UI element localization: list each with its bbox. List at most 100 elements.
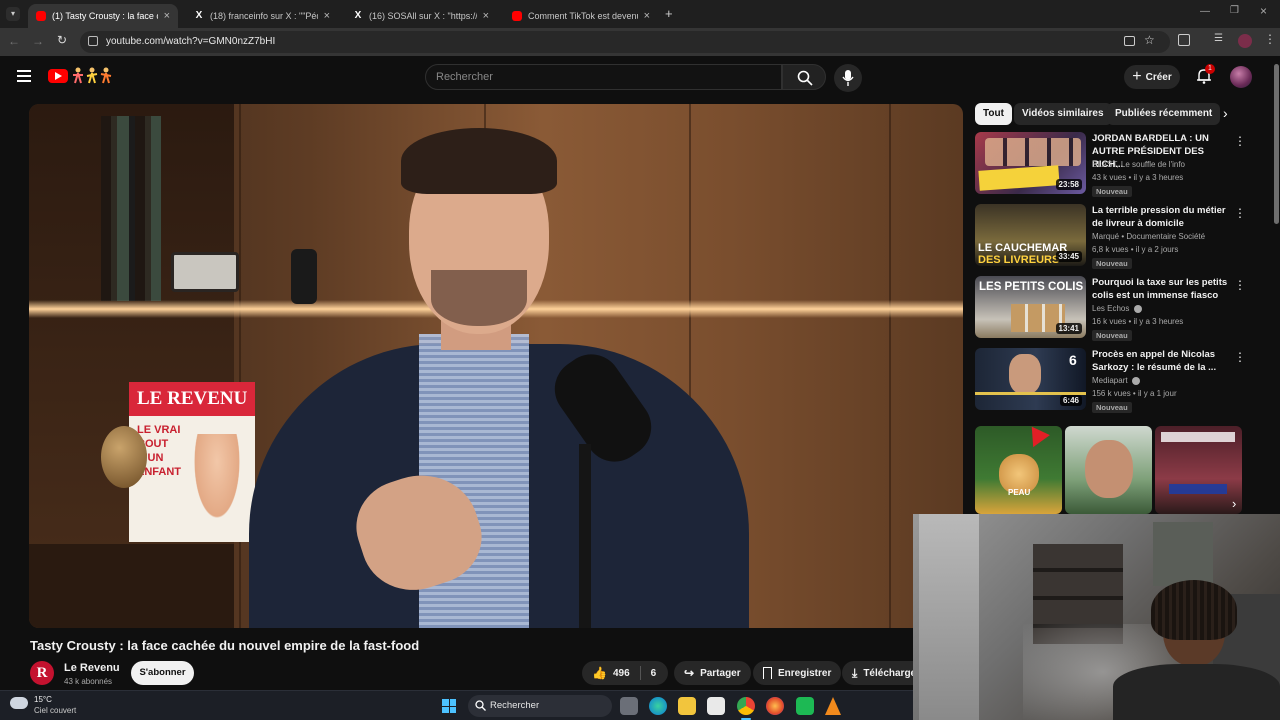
chrome-icon[interactable]: [737, 697, 755, 715]
recommended-video[interactable]: LE CAUCHEMAR DES LIVREURS 33:45 La terri…: [975, 204, 1255, 270]
search-icon: [475, 700, 486, 711]
tab-close-icon[interactable]: ×: [324, 10, 330, 22]
close-window-icon[interactable]: ×: [1260, 4, 1267, 18]
mic-stand: [579, 444, 591, 628]
globe-prop: [101, 426, 147, 488]
firefox-icon[interactable]: [766, 697, 784, 715]
share-button[interactable]: ↪ Partager: [674, 661, 751, 685]
tab-list-dropdown-icon[interactable]: ▾: [6, 7, 20, 21]
duration-badge: 23:58: [1055, 179, 1082, 190]
download-icon: ⤓: [852, 665, 858, 680]
site-info-icon[interactable]: [88, 36, 98, 46]
address-bar[interactable]: youtube.com/watch?v=GMN0nzZ7bHI ☆: [80, 31, 1170, 53]
tab-title: (18) franceinfo sur X : ""Pédale: [210, 11, 318, 21]
profile-avatar[interactable]: [1238, 34, 1252, 48]
thumbs-up-icon[interactable]: 👍: [592, 666, 607, 680]
new-badge: Nouveau: [1092, 186, 1132, 197]
media-icon[interactable]: ☰: [1214, 33, 1223, 44]
recommended-channel[interactable]: Marqué • Documentaire Société: [1092, 232, 1205, 241]
recommended-meta: 6,8 k vues • il y a 2 jours: [1092, 245, 1179, 254]
account-avatar[interactable]: [1230, 66, 1252, 88]
recommended-channel[interactable]: BLAST, Le souffle de l'info: [1092, 160, 1185, 169]
red-arrow-icon: [1024, 426, 1050, 452]
chevron-right-icon[interactable]: ›: [1223, 105, 1228, 121]
browser-menu-icon[interactable]: ⋮: [1264, 32, 1276, 46]
more-options-icon[interactable]: ⋮: [1234, 278, 1246, 292]
scrollbar-thumb[interactable]: [1274, 64, 1279, 224]
tab-title: Comment TikTok est devenu un: [528, 11, 638, 21]
channel-avatar[interactable]: R: [30, 661, 54, 685]
maximize-icon[interactable]: ❐: [1230, 5, 1239, 16]
youtube-logo-icon[interactable]: [48, 69, 68, 83]
video-thumbnail[interactable]: LES PETITS COLIS 13:41: [975, 276, 1086, 338]
more-options-icon[interactable]: ⋮: [1234, 350, 1246, 364]
dislike-count[interactable]: 6: [651, 668, 657, 679]
create-button[interactable]: + Créer: [1124, 65, 1180, 89]
hamburger-menu-icon[interactable]: [17, 70, 31, 82]
shelf-cabinet: [29, 544, 234, 628]
install-app-icon[interactable]: [1124, 36, 1135, 46]
short-video-card[interactable]: PEAU: [975, 426, 1062, 514]
like-count[interactable]: 496: [613, 668, 630, 679]
download-button[interactable]: ⤓ Télécharger: [842, 661, 913, 685]
streamer-hair: [1151, 580, 1237, 640]
shorts-next-icon[interactable]: ›: [1232, 496, 1236, 511]
youtube-header: Rechercher + Créer 1: [0, 56, 1270, 100]
recommended-video-title[interactable]: Procès en appel de Nicolas Sarkozy : le …: [1092, 348, 1232, 374]
browser-tab[interactable]: X (18) franceinfo sur X : ""Pédale ×: [186, 4, 338, 28]
video-player[interactable]: LE REVENU LE VRAI COUT D'UN ENFANT: [29, 104, 963, 628]
notifications-button[interactable]: 1: [1196, 64, 1215, 86]
search-input[interactable]: Rechercher: [425, 64, 782, 90]
search-button[interactable]: [782, 64, 826, 90]
reload-icon[interactable]: ↻: [57, 33, 67, 47]
bookmark-star-icon[interactable]: ☆: [1144, 33, 1155, 47]
save-button[interactable]: Enregistrer: [753, 661, 842, 685]
presenter-beard: [431, 270, 527, 326]
minimize-icon[interactable]: —: [1200, 6, 1210, 17]
chip-recently-published[interactable]: Publiées récemment: [1107, 103, 1221, 125]
extensions-icon[interactable]: [1178, 34, 1190, 46]
taskbar-search[interactable]: Rechercher: [468, 695, 612, 717]
tab-close-icon[interactable]: ×: [483, 10, 489, 22]
forward-icon[interactable]: →: [32, 34, 44, 48]
recommended-video[interactable]: 23:58 JORDAN BARDELLA : UN AUTRE PRÉSIDE…: [975, 132, 1255, 198]
task-view-icon[interactable]: [620, 697, 638, 715]
channel-name[interactable]: Le Revenu: [64, 662, 120, 674]
browser-tab[interactable]: (1) Tasty Crousty : la face cachée ×: [28, 4, 178, 28]
thumbnail-caption-box: [978, 165, 1060, 191]
tab-close-icon[interactable]: ×: [164, 10, 170, 22]
subscribe-button[interactable]: S'abonner: [131, 661, 194, 685]
more-options-icon[interactable]: ⋮: [1234, 206, 1246, 220]
webcam-overlay: [913, 514, 1280, 720]
spotify-like-icon[interactable]: [796, 697, 814, 715]
windows-start-icon[interactable]: [442, 699, 456, 713]
video-thumbnail[interactable]: 23:58: [975, 132, 1086, 194]
browser-tab[interactable]: Comment TikTok est devenu un ×: [504, 4, 658, 28]
back-icon[interactable]: ←: [8, 34, 20, 48]
recommended-channel[interactable]: Mediapart: [1092, 376, 1140, 385]
store-icon[interactable]: [707, 697, 725, 715]
vlc-icon[interactable]: [825, 697, 841, 715]
tab-close-icon[interactable]: ×: [644, 10, 650, 22]
chip-all[interactable]: Tout: [975, 103, 1012, 125]
chip-similar-videos[interactable]: Vidéos similaires: [1014, 103, 1112, 125]
video-thumbnail[interactable]: 6 6:46: [975, 348, 1086, 410]
download-label: Télécharger: [863, 667, 913, 679]
voice-search-button[interactable]: [834, 64, 862, 92]
doodle-figures-icon[interactable]: [72, 66, 114, 84]
recommended-video[interactable]: LES PETITS COLIS 13:41 Pourquoi la taxe …: [975, 276, 1255, 342]
new-tab-button[interactable]: +: [665, 6, 673, 21]
recommended-video-title[interactable]: Pourquoi la taxe sur les petits colis es…: [1092, 276, 1232, 302]
more-options-icon[interactable]: ⋮: [1234, 134, 1246, 148]
short-video-card[interactable]: [1065, 426, 1152, 514]
edge-browser-icon[interactable]: [649, 697, 667, 715]
browser-tab[interactable]: X (16) SOSAll sur X : "https://t.co/ ×: [345, 4, 497, 28]
tab-title: (1) Tasty Crousty : la face cachée: [52, 11, 158, 21]
recommended-video-title[interactable]: La terrible pression du métier de livreu…: [1092, 204, 1232, 230]
file-explorer-icon[interactable]: [678, 697, 696, 715]
short-video-card[interactable]: [1155, 426, 1242, 514]
video-thumbnail[interactable]: LE CAUCHEMAR DES LIVREURS 33:45: [975, 204, 1086, 266]
thumbnail-caption: DES LIVREURS: [978, 254, 1060, 266]
recommended-video[interactable]: 6 6:46 Procès en appel de Nicolas Sarkoz…: [975, 348, 1255, 414]
recommended-channel[interactable]: Les Echos: [1092, 304, 1142, 313]
